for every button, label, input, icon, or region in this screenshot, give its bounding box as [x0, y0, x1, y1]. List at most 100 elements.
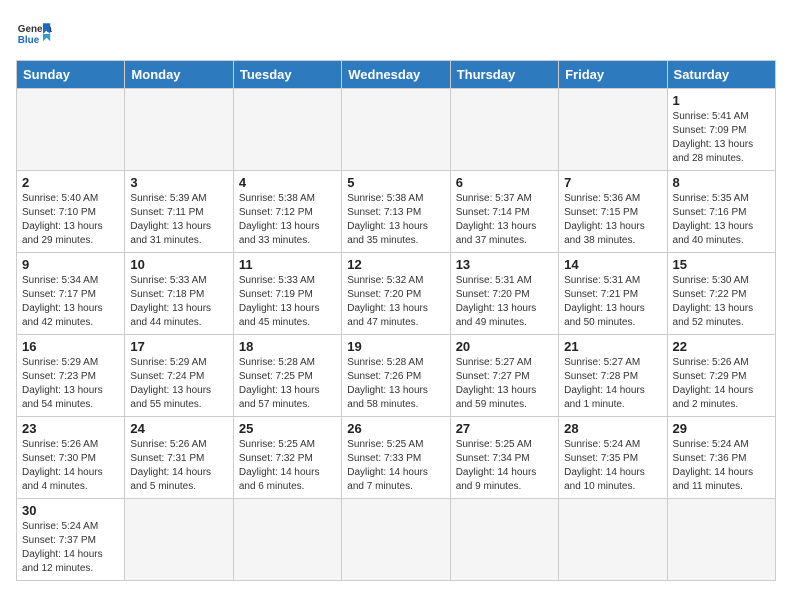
day-info: Sunrise: 5:41 AM Sunset: 7:09 PM Dayligh… — [673, 110, 770, 166]
calendar-cell: 27 Sunrise: 5:25 AM Sunset: 7:34 PM Dayli… — [450, 417, 558, 499]
day-info: Sunrise: 5:35 AM Sunset: 7:16 PM Dayligh… — [673, 192, 770, 248]
calendar-cell: 12 Sunrise: 5:32 AM Sunset: 7:20 PM Dayli… — [342, 253, 450, 335]
day-number: 11 — [239, 257, 336, 272]
day-info: Sunrise: 5:24 AM Sunset: 7:36 PM Dayligh… — [673, 438, 770, 494]
calendar-cell — [17, 89, 125, 171]
calendar-cell — [667, 499, 775, 581]
day-info: Sunrise: 5:28 AM Sunset: 7:26 PM Dayligh… — [347, 356, 444, 412]
calendar-cell: 26 Sunrise: 5:25 AM Sunset: 7:33 PM Dayli… — [342, 417, 450, 499]
calendar-cell — [342, 499, 450, 581]
calendar-cell: 4 Sunrise: 5:38 AM Sunset: 7:12 PM Daylig… — [233, 171, 341, 253]
calendar-cell: 21Sunrise: 5:27 AM Sunset: 7:28 PM Dayli… — [559, 335, 667, 417]
weekday-header-monday: Monday — [125, 61, 233, 89]
calendar-cell: 18 Sunrise: 5:28 AM Sunset: 7:25 PM Dayli… — [233, 335, 341, 417]
day-number: 6 — [456, 175, 553, 190]
calendar-cell: 6 Sunrise: 5:37 AM Sunset: 7:14 PM Daylig… — [450, 171, 558, 253]
logo-icon: General Blue — [16, 16, 52, 52]
day-number: 24 — [130, 421, 227, 436]
day-info: Sunrise: 5:25 AM Sunset: 7:33 PM Dayligh… — [347, 438, 444, 494]
day-info: Sunrise: 5:38 AM Sunset: 7:12 PM Dayligh… — [239, 192, 336, 248]
calendar-cell: 15 Sunrise: 5:30 AM Sunset: 7:22 PM Dayli… — [667, 253, 775, 335]
weekday-header-wednesday: Wednesday — [342, 61, 450, 89]
day-number: 26 — [347, 421, 444, 436]
day-number: 2 — [22, 175, 119, 190]
day-number: 14 — [564, 257, 661, 272]
svg-text:Blue: Blue — [18, 35, 40, 46]
calendar-cell — [125, 89, 233, 171]
calendar-cell: 19 Sunrise: 5:28 AM Sunset: 7:26 PM Dayli… — [342, 335, 450, 417]
calendar-cell: 2 Sunrise: 5:40 AM Sunset: 7:10 PM Daylig… — [17, 171, 125, 253]
calendar-week-row: 23 Sunrise: 5:26 AM Sunset: 7:30 PM Dayli… — [17, 417, 776, 499]
day-number: 28 — [564, 421, 661, 436]
calendar-cell: 23 Sunrise: 5:26 AM Sunset: 7:30 PM Dayli… — [17, 417, 125, 499]
weekday-header-row: SundayMondayTuesdayWednesdayThursdayFrid… — [17, 61, 776, 89]
calendar-cell — [342, 89, 450, 171]
calendar-cell: 5Sunrise: 5:38 AM Sunset: 7:13 PM Daylig… — [342, 171, 450, 253]
calendar-cell: 13Sunrise: 5:31 AM Sunset: 7:20 PM Dayli… — [450, 253, 558, 335]
day-info: Sunrise: 5:27 AM Sunset: 7:27 PM Dayligh… — [456, 356, 553, 412]
day-number: 10 — [130, 257, 227, 272]
day-number: 15 — [673, 257, 770, 272]
calendar-week-row: 30Sunrise: 5:24 AM Sunset: 7:37 PM Dayli… — [17, 499, 776, 581]
day-number: 18 — [239, 339, 336, 354]
day-info: Sunrise: 5:33 AM Sunset: 7:19 PM Dayligh… — [239, 274, 336, 330]
day-info: Sunrise: 5:36 AM Sunset: 7:15 PM Dayligh… — [564, 192, 661, 248]
day-number: 13 — [456, 257, 553, 272]
calendar-cell — [450, 89, 558, 171]
day-info: Sunrise: 5:24 AM Sunset: 7:35 PM Dayligh… — [564, 438, 661, 494]
calendar-cell — [559, 89, 667, 171]
day-number: 5 — [347, 175, 444, 190]
calendar-week-row: 9Sunrise: 5:34 AM Sunset: 7:17 PM Daylig… — [17, 253, 776, 335]
day-info: Sunrise: 5:39 AM Sunset: 7:11 PM Dayligh… — [130, 192, 227, 248]
day-info: Sunrise: 5:33 AM Sunset: 7:18 PM Dayligh… — [130, 274, 227, 330]
calendar-cell: 30Sunrise: 5:24 AM Sunset: 7:37 PM Dayli… — [17, 499, 125, 581]
day-info: Sunrise: 5:31 AM Sunset: 7:21 PM Dayligh… — [564, 274, 661, 330]
calendar-table: SundayMondayTuesdayWednesdayThursdayFrid… — [16, 60, 776, 581]
weekday-header-thursday: Thursday — [450, 61, 558, 89]
calendar-cell — [125, 499, 233, 581]
day-number: 23 — [22, 421, 119, 436]
day-info: Sunrise: 5:29 AM Sunset: 7:24 PM Dayligh… — [130, 356, 227, 412]
calendar-cell: 10 Sunrise: 5:33 AM Sunset: 7:18 PM Dayli… — [125, 253, 233, 335]
logo: General Blue — [16, 16, 52, 52]
day-info: Sunrise: 5:26 AM Sunset: 7:29 PM Dayligh… — [673, 356, 770, 412]
day-info: Sunrise: 5:25 AM Sunset: 7:34 PM Dayligh… — [456, 438, 553, 494]
day-info: Sunrise: 5:26 AM Sunset: 7:31 PM Dayligh… — [130, 438, 227, 494]
calendar-cell: 28 Sunrise: 5:24 AM Sunset: 7:35 PM Dayli… — [559, 417, 667, 499]
page-header: General Blue — [16, 16, 776, 52]
day-number: 25 — [239, 421, 336, 436]
calendar-cell — [233, 89, 341, 171]
calendar-cell: 14 Sunrise: 5:31 AM Sunset: 7:21 PM Dayli… — [559, 253, 667, 335]
day-number: 1 — [673, 93, 770, 108]
calendar-cell: 9Sunrise: 5:34 AM Sunset: 7:17 PM Daylig… — [17, 253, 125, 335]
calendar-cell: 22Sunrise: 5:26 AM Sunset: 7:29 PM Dayli… — [667, 335, 775, 417]
weekday-header-sunday: Sunday — [17, 61, 125, 89]
day-info: Sunrise: 5:30 AM Sunset: 7:22 PM Dayligh… — [673, 274, 770, 330]
calendar-cell: 3Sunrise: 5:39 AM Sunset: 7:11 PM Daylig… — [125, 171, 233, 253]
weekday-header-saturday: Saturday — [667, 61, 775, 89]
day-info: Sunrise: 5:28 AM Sunset: 7:25 PM Dayligh… — [239, 356, 336, 412]
calendar-week-row: 2 Sunrise: 5:40 AM Sunset: 7:10 PM Daylig… — [17, 171, 776, 253]
day-number: 20 — [456, 339, 553, 354]
day-number: 17 — [130, 339, 227, 354]
day-number: 30 — [22, 503, 119, 518]
calendar-cell: 7Sunrise: 5:36 AM Sunset: 7:15 PM Daylig… — [559, 171, 667, 253]
calendar-week-row: 16Sunrise: 5:29 AM Sunset: 7:23 PM Dayli… — [17, 335, 776, 417]
day-info: Sunrise: 5:32 AM Sunset: 7:20 PM Dayligh… — [347, 274, 444, 330]
day-number: 4 — [239, 175, 336, 190]
day-info: Sunrise: 5:37 AM Sunset: 7:14 PM Dayligh… — [456, 192, 553, 248]
calendar-cell — [233, 499, 341, 581]
weekday-header-friday: Friday — [559, 61, 667, 89]
day-number: 12 — [347, 257, 444, 272]
day-info: Sunrise: 5:26 AM Sunset: 7:30 PM Dayligh… — [22, 438, 119, 494]
day-number: 27 — [456, 421, 553, 436]
day-info: Sunrise: 5:29 AM Sunset: 7:23 PM Dayligh… — [22, 356, 119, 412]
calendar-cell — [450, 499, 558, 581]
day-number: 19 — [347, 339, 444, 354]
calendar-cell — [559, 499, 667, 581]
calendar-cell: 29Sunrise: 5:24 AM Sunset: 7:36 PM Dayli… — [667, 417, 775, 499]
day-info: Sunrise: 5:40 AM Sunset: 7:10 PM Dayligh… — [22, 192, 119, 248]
calendar-cell: 25Sunrise: 5:25 AM Sunset: 7:32 PM Dayli… — [233, 417, 341, 499]
calendar-cell: 1 Sunrise: 5:41 AM Sunset: 7:09 PM Daylig… — [667, 89, 775, 171]
weekday-header-tuesday: Tuesday — [233, 61, 341, 89]
